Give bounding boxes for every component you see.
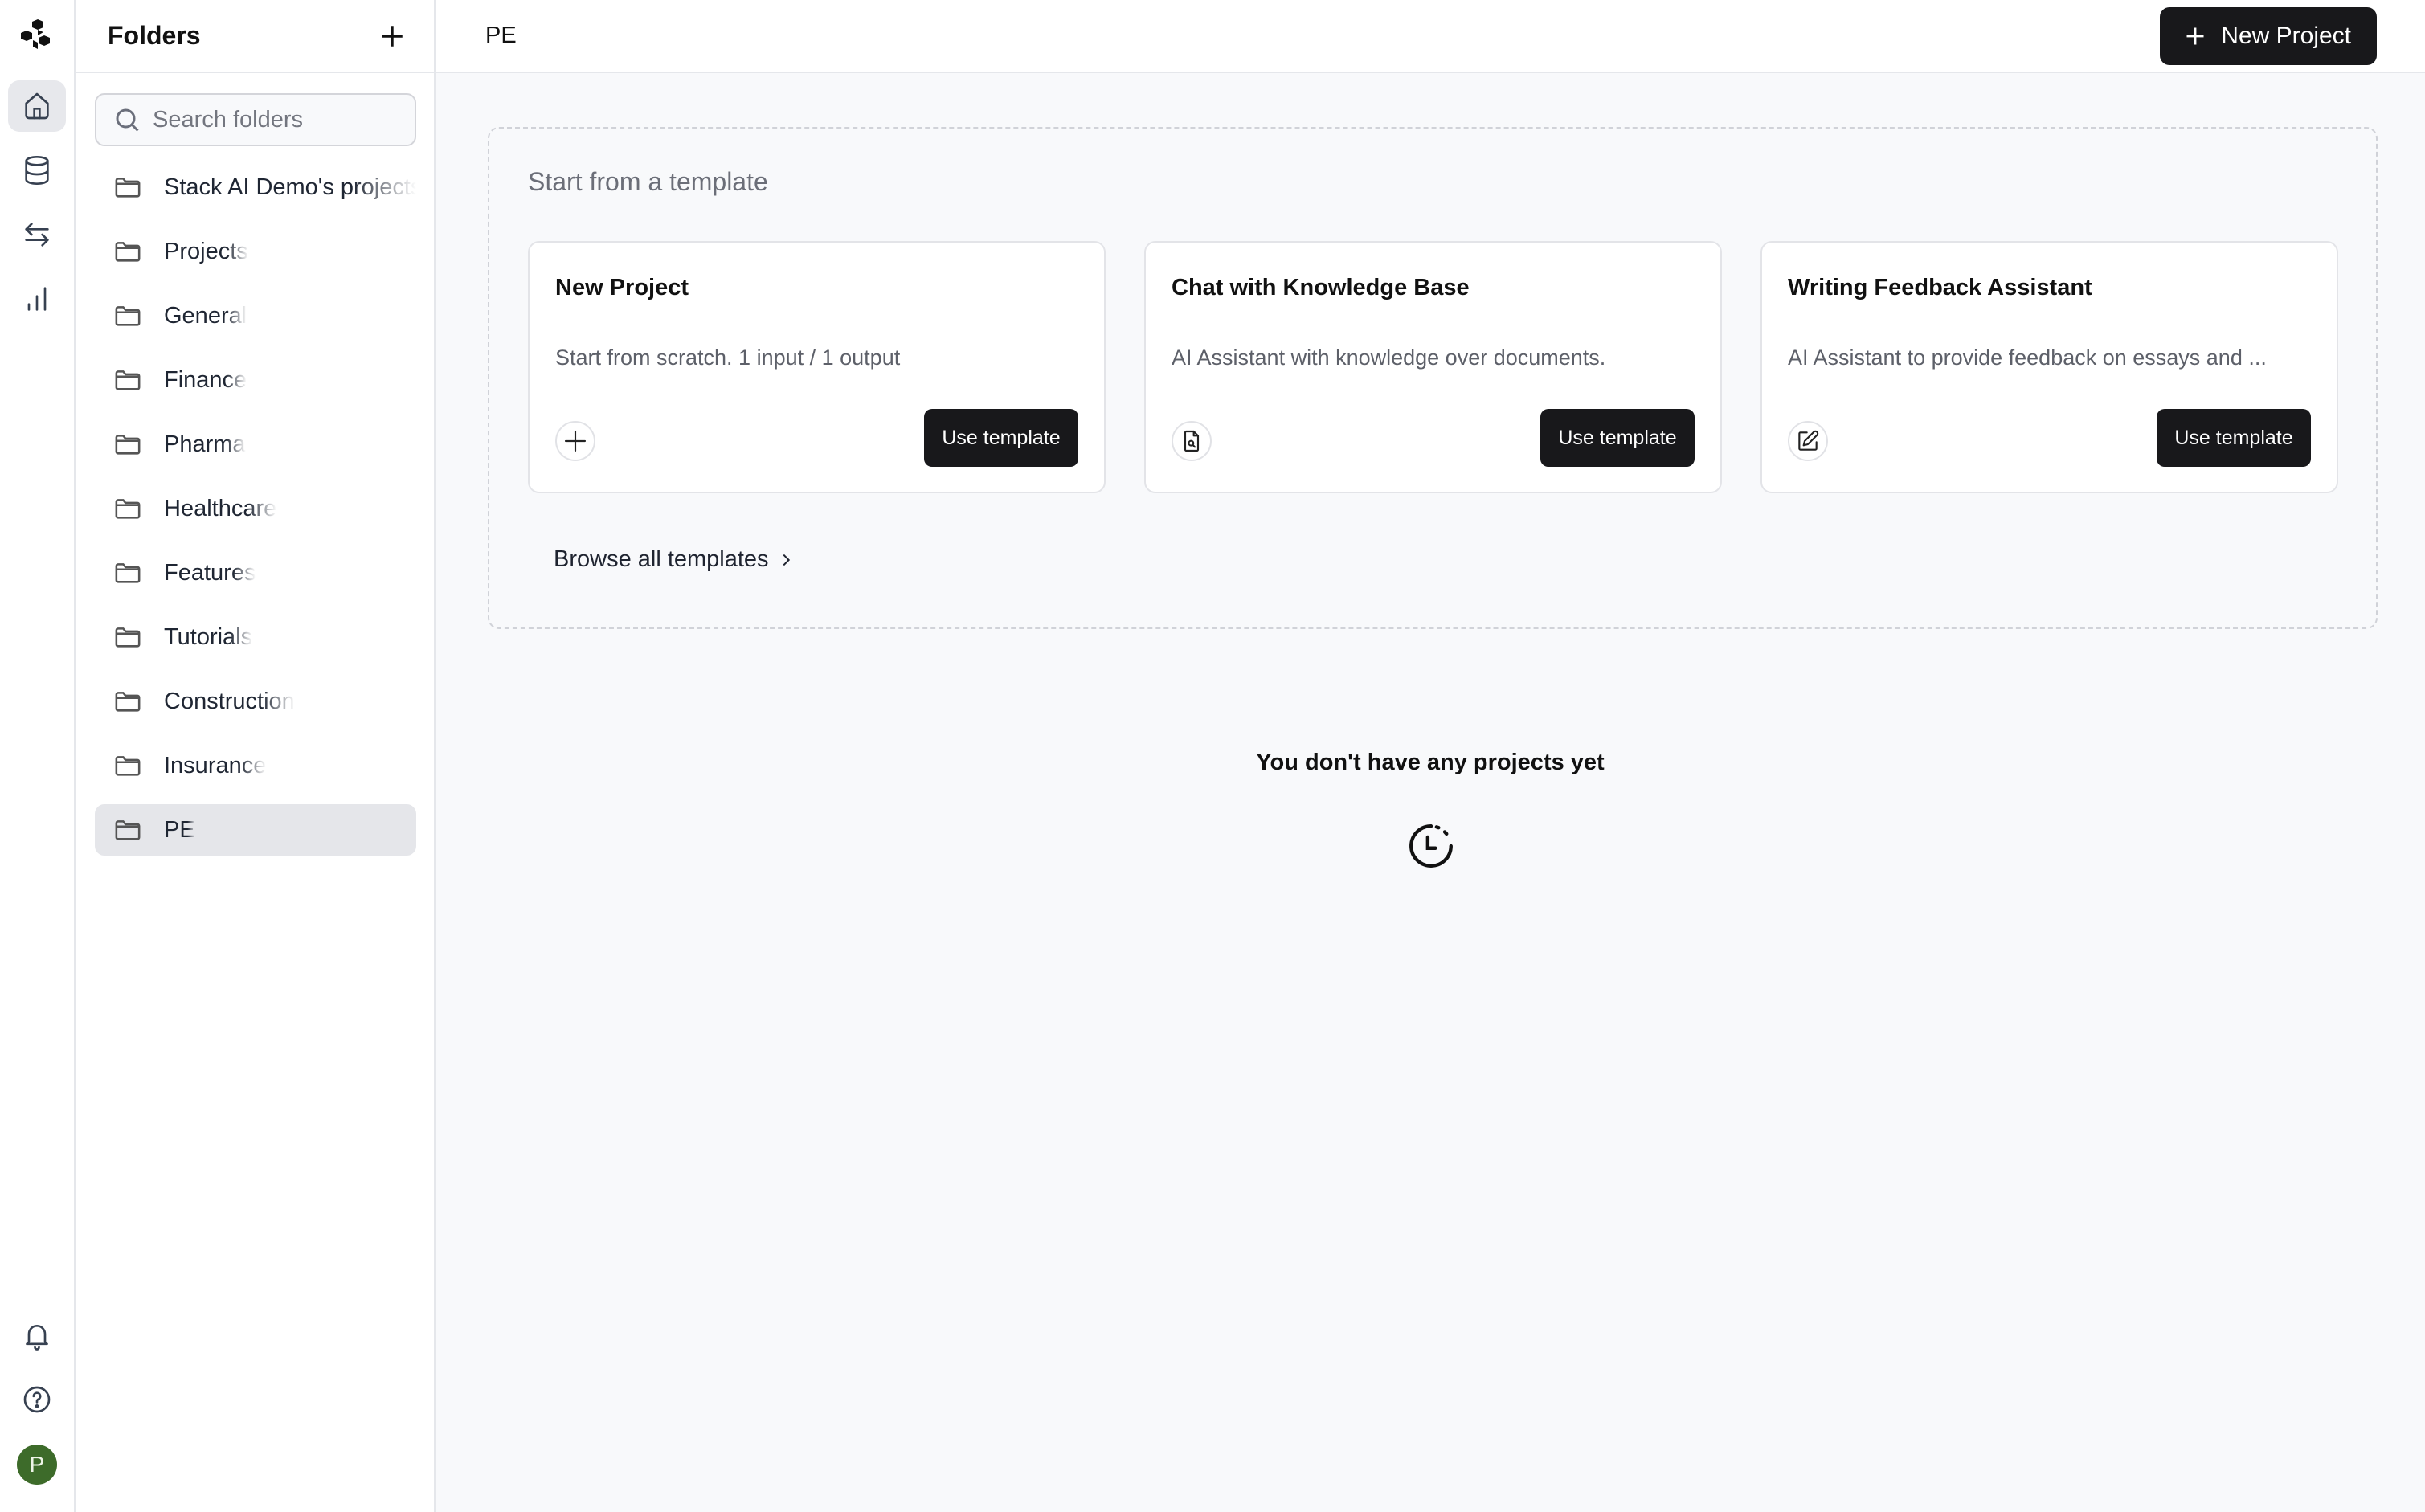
folder-name: Features [164, 559, 256, 586]
folder-icon [115, 756, 141, 776]
app: P Folders Stack AI Demo's projects Projec… [0, 0, 2425, 1512]
browse-label: Browse all templates [554, 546, 769, 572]
template-card-chat-knowledge-base[interactable]: Chat with Knowledge Base AI Assistant wi… [1144, 241, 1722, 493]
folder-item[interactable]: Features [95, 547, 416, 599]
folder-icon [115, 178, 141, 198]
search-folders-field[interactable] [95, 93, 416, 146]
folder-item[interactable]: PE [95, 804, 416, 856]
search-icon [116, 108, 139, 132]
folder-icon [115, 306, 141, 326]
nav-knowledge-base[interactable] [8, 145, 66, 196]
folder-name: Stack AI Demo's projects [164, 174, 416, 200]
use-template-button[interactable]: Use template [1540, 409, 1695, 467]
browse-all-templates-link[interactable]: Browse all templates [554, 546, 795, 573]
add-folder-button[interactable] [376, 20, 408, 52]
card-title: New Project [555, 275, 689, 300]
bell-icon [26, 1325, 48, 1351]
avatar-initial: P [29, 1452, 45, 1477]
plus-icon [2186, 27, 2204, 44]
folders-header: Folders [76, 0, 434, 73]
stack-ai-logo-icon[interactable] [18, 18, 55, 51]
top-bar: PE New Project [436, 0, 2425, 73]
template-cards: New Project Start from scratch. 1 input … [528, 241, 2338, 493]
bar-chart-icon [27, 287, 47, 311]
empty-state-message: You don't have any projects yet [1256, 750, 1605, 775]
card-description: Start from scratch. 1 input / 1 output [555, 345, 901, 370]
plus-icon [555, 421, 595, 461]
folder-item[interactable]: General [95, 290, 416, 341]
user-avatar[interactable]: P [17, 1445, 57, 1485]
arrows-exchange-icon [25, 223, 49, 247]
folder-icon [115, 692, 141, 712]
folder-item[interactable]: Stack AI Demo's projects [95, 161, 416, 213]
folder-item[interactable]: Insurance [95, 740, 416, 791]
new-project-label: New Project [2221, 22, 2351, 49]
folder-list: Stack AI Demo's projects Projects General F… [95, 161, 416, 868]
nav-home[interactable] [8, 80, 66, 132]
document-search-icon [1172, 421, 1212, 461]
help-circle-icon [23, 1386, 51, 1413]
card-description: AI Assistant with knowledge over documen… [1172, 345, 1606, 370]
folder-name: Tutorials [164, 623, 253, 650]
nav-help[interactable] [8, 1374, 66, 1425]
folder-item[interactable]: Finance [95, 354, 416, 406]
home-icon [25, 92, 49, 120]
folder-name: Finance [164, 366, 247, 393]
folder-item[interactable]: Healthcare [95, 483, 416, 534]
folder-icon [115, 435, 141, 455]
folder-name: Projects [164, 238, 248, 264]
folder-icon [115, 820, 141, 840]
nav-notifications[interactable] [8, 1310, 66, 1361]
folder-icon [115, 627, 141, 648]
folder-item[interactable]: Projects [95, 226, 416, 277]
icon-rail: P [0, 0, 76, 1512]
card-title: Chat with Knowledge Base [1172, 275, 1470, 300]
folder-name: Construction [164, 688, 295, 714]
folders-title: Folders [108, 21, 201, 50]
folder-name: Healthcare [164, 495, 277, 521]
use-template-button[interactable]: Use template [2157, 409, 2311, 467]
folder-name: General [164, 302, 247, 329]
main-content: PE New Project Start from a template New… [436, 0, 2425, 1512]
breadcrumb: PE [485, 22, 517, 48]
clock-dashed-icon [1409, 824, 1453, 868]
folder-name: Insurance [164, 752, 267, 778]
template-card-new-project[interactable]: New Project Start from scratch. 1 input … [528, 241, 1106, 493]
card-description: AI Assistant to provide feedback on essa… [1788, 345, 2267, 370]
folder-icon [115, 499, 141, 519]
folder-item[interactable]: Construction [95, 676, 416, 727]
nav-analytics[interactable] [8, 273, 66, 325]
folder-icon [115, 563, 141, 583]
new-project-button[interactable]: New Project [2160, 6, 2377, 65]
nav-connections[interactable] [8, 209, 66, 260]
plus-icon [382, 25, 403, 47]
folders-panel: Folders Stack AI Demo's projects Projects… [76, 0, 436, 1512]
folder-name: Pharma [164, 431, 246, 457]
folder-icon [115, 242, 141, 262]
database-icon [25, 156, 49, 186]
folder-name: PE [164, 816, 195, 843]
folder-icon [115, 370, 141, 390]
templates-title: Start from a template [528, 167, 768, 196]
use-template-button[interactable]: Use template [924, 409, 1078, 467]
template-card-writing-feedback[interactable]: Writing Feedback Assistant AI Assistant … [1760, 241, 2338, 493]
card-title: Writing Feedback Assistant [1788, 275, 2092, 300]
search-folders-input[interactable] [153, 106, 410, 133]
templates-section: Start from a template New Project Start … [488, 127, 2378, 629]
edit-icon [1788, 421, 1828, 461]
folder-item[interactable]: Pharma [95, 419, 416, 470]
folder-item[interactable]: Tutorials [95, 611, 416, 663]
chevron-right-icon [783, 554, 790, 566]
